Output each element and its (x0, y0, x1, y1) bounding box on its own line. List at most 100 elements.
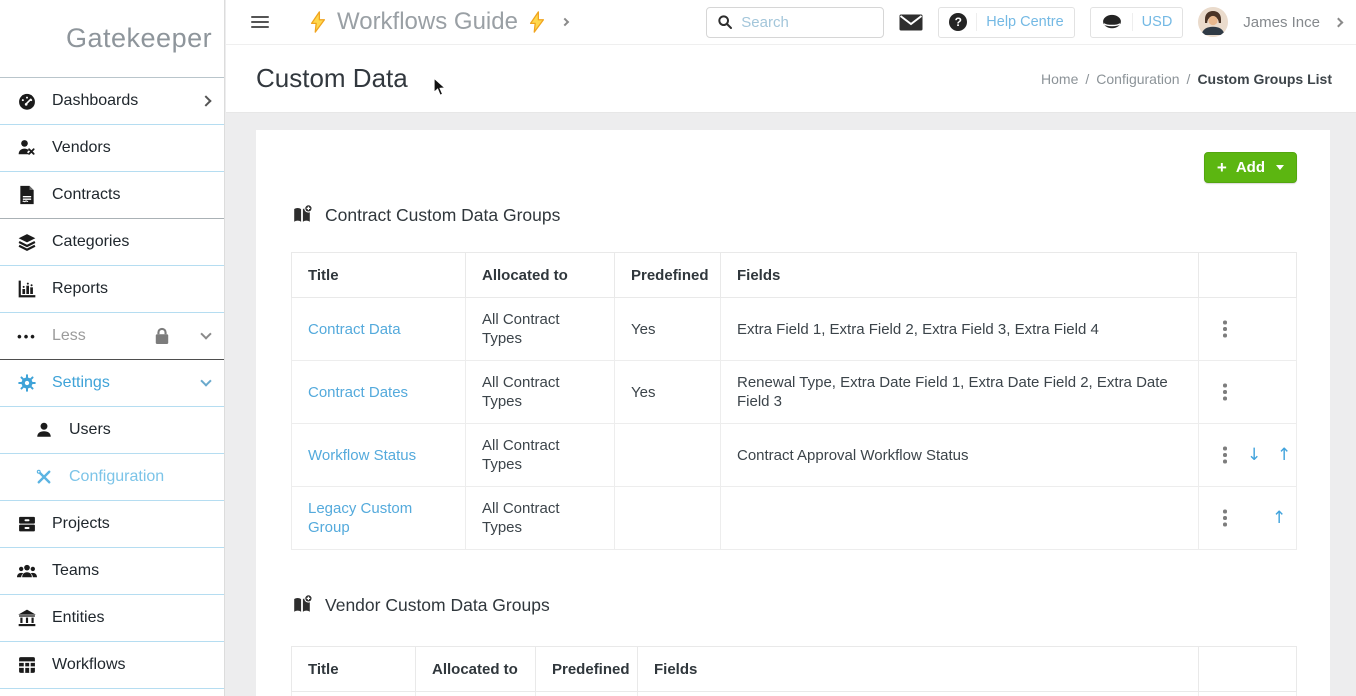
row-menu-kebab-icon[interactable] (1219, 509, 1231, 527)
sidebar-item-users[interactable]: Users (0, 407, 224, 454)
help-centre-button[interactable]: ? Help Centre (938, 7, 1074, 38)
breadcrumb-separator: / (1187, 71, 1191, 87)
bar-chart-icon (16, 279, 38, 299)
chevron-down-icon (200, 328, 211, 339)
sidebar-item-configuration[interactable]: Configuration (0, 454, 224, 501)
col-actions (1199, 253, 1297, 298)
table-header-row: Title Allocated to Predefined Fields (292, 253, 1297, 298)
col-allocated: Allocated to (416, 647, 536, 692)
chevron-right-icon[interactable] (561, 18, 569, 26)
gear-icon (16, 373, 38, 393)
search-icon (717, 14, 733, 30)
sidebar-item-label: Users (69, 421, 111, 439)
breadcrumb-home[interactable]: Home (1041, 71, 1078, 87)
sidebar: Gatekeeper Dashboards Vendors Contracts (0, 0, 225, 696)
sidebar-item-label: Teams (52, 562, 99, 580)
col-title: Title (292, 253, 466, 298)
cell-fields (721, 487, 1199, 550)
gatekeeper-logo-icon (12, 17, 56, 61)
breadcrumb: Home / Configuration / Custom Groups Lis… (1041, 71, 1332, 87)
sidebar-item-label: Categories (52, 233, 129, 251)
sidebar-item-label: Projects (52, 515, 110, 533)
brand-logo[interactable]: Gatekeeper (0, 0, 224, 78)
group-title-link[interactable]: Contract Dates (308, 384, 408, 401)
sidebar-item-label: Workflows (52, 656, 126, 674)
move-up-icon[interactable]: ↑ (1277, 446, 1291, 465)
user-menu-chevron-icon[interactable] (1334, 17, 1344, 27)
sidebar-item-label: Settings (52, 374, 110, 392)
tools-icon (33, 468, 55, 486)
table-row: Legacy Custom Group All Contract Types ↑ (292, 487, 1297, 550)
sidebar-item-categories[interactable]: Categories (0, 219, 224, 266)
messages-icon[interactable] (899, 14, 923, 31)
workflows-guide-banner[interactable]: Workflows Guide (309, 8, 568, 36)
cell-fields: Contract Approval Workflow Status (721, 424, 1199, 487)
col-fields: Fields (638, 647, 1199, 692)
cell-predefined (615, 487, 721, 550)
vendor-groups-table: Title Allocated to Predefined Fields Sup… (291, 646, 1297, 696)
avatar[interactable] (1198, 7, 1228, 37)
caret-down-icon (1276, 165, 1284, 170)
sidebar-item-less[interactable]: ••• Less (0, 313, 224, 360)
currency-selector-button[interactable]: USD (1090, 7, 1184, 38)
coins-icon (1101, 14, 1123, 30)
team-icon (16, 561, 38, 581)
sidebar-item-vendors[interactable]: Vendors (0, 125, 224, 172)
row-menu-kebab-icon[interactable] (1219, 446, 1231, 464)
lightning-icon (309, 11, 327, 33)
table-row: Contract Data All Contract Types Yes Ext… (292, 298, 1297, 361)
add-button[interactable]: + Add (1204, 152, 1297, 183)
sidebar-item-teams[interactable]: Teams (0, 548, 224, 595)
move-up-icon[interactable]: ↑ (1272, 509, 1286, 528)
section-title-text: Vendor Custom Data Groups (325, 595, 550, 616)
group-title-link[interactable]: Legacy Custom Group (308, 500, 412, 536)
book-plus-icon (291, 204, 313, 226)
sidebar-item-entities[interactable]: Entities (0, 595, 224, 642)
lightning-icon (528, 11, 546, 33)
col-predefined: Predefined (615, 253, 721, 298)
group-title-link[interactable]: Contract Data (308, 321, 401, 338)
row-menu-kebab-icon[interactable] (1219, 320, 1231, 338)
cell-allocated: All Contract Types (466, 361, 615, 424)
brand-name: Gatekeeper (66, 23, 212, 54)
bank-icon (16, 608, 38, 628)
table-row: Supplier Data All Vendor Types Vendor Da… (292, 692, 1297, 696)
sidebar-item-workflows[interactable]: Workflows (0, 642, 224, 689)
currency-label: USD (1142, 14, 1173, 30)
layers-icon (16, 232, 38, 252)
sidebar-item-label: Vendors (52, 139, 111, 157)
user-name[interactable]: James Ince (1243, 14, 1320, 31)
page-title: Custom Data (256, 63, 408, 94)
move-down-icon[interactable]: ↓ (1247, 446, 1261, 465)
sidebar-item-dashboards[interactable]: Dashboards (0, 78, 224, 125)
sidebar-item-label: Configuration (69, 468, 164, 486)
section-title-text: Contract Custom Data Groups (325, 205, 560, 226)
sidebar-item-label: Less (52, 327, 86, 345)
cell-allocated: All Contract Types (466, 298, 615, 361)
contract-groups-table: Title Allocated to Predefined Fields Con… (291, 252, 1297, 550)
row-menu-kebab-icon[interactable] (1219, 383, 1231, 401)
cell-allocated: All Contract Types (466, 424, 615, 487)
sidebar-item-contracts[interactable]: Contracts (0, 172, 224, 219)
breadcrumb-configuration[interactable]: Configuration (1096, 71, 1179, 87)
page-header: Custom Data Home / Configuration / Custo… (226, 45, 1356, 113)
grid-icon (16, 655, 38, 675)
section-title-contract: Contract Custom Data Groups (291, 130, 1330, 226)
breadcrumb-separator: / (1085, 71, 1089, 87)
col-predefined: Predefined (536, 647, 638, 692)
contract-icon (16, 185, 38, 205)
sidebar-item-reports[interactable]: Reports (0, 266, 224, 313)
table-row: Workflow Status All Contract Types Contr… (292, 424, 1297, 487)
col-allocated: Allocated to (466, 253, 615, 298)
cell-predefined: Vendor Data (536, 692, 638, 696)
table-header-row: Title Allocated to Predefined Fields (292, 647, 1297, 692)
group-title-link[interactable]: Workflow Status (308, 447, 416, 464)
hamburger-menu-icon[interactable] (251, 13, 269, 31)
guide-title: Workflows Guide (337, 8, 518, 36)
search-input[interactable] (741, 14, 861, 31)
sidebar-item-projects[interactable]: Projects (0, 501, 224, 548)
sidebar-item-settings[interactable]: Settings (0, 360, 224, 407)
sidebar-item-label: Reports (52, 280, 108, 298)
sidebar-item-label: Contracts (52, 186, 120, 204)
section-title-vendor: Vendor Custom Data Groups (291, 594, 1330, 616)
